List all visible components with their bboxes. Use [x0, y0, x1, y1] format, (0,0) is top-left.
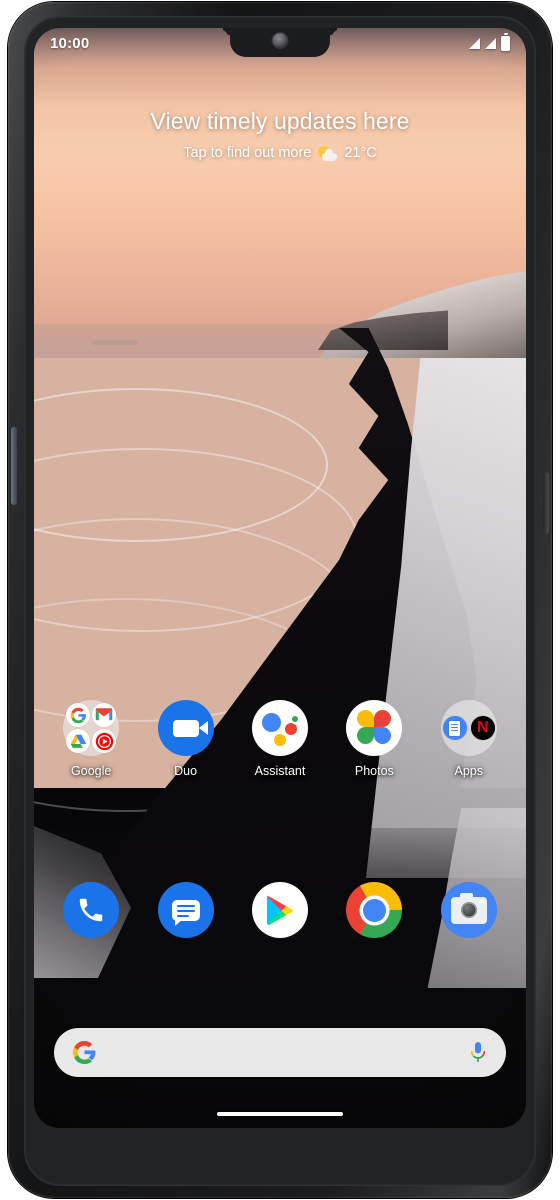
gesture-home-pill[interactable] — [217, 1112, 343, 1116]
app-assistant[interactable]: Assistant — [242, 700, 318, 778]
dock-item-camera[interactable] — [431, 882, 507, 938]
dock-item-phone[interactable] — [53, 882, 129, 938]
app-label-photos: Photos — [354, 764, 394, 778]
duo-icon[interactable] — [157, 700, 214, 756]
docs-app-icon — [442, 716, 467, 740]
status-bar-icons — [469, 35, 510, 51]
camera-icon[interactable] — [440, 882, 497, 938]
play-store-icon[interactable] — [251, 882, 308, 938]
google-search-bar[interactable] — [54, 1027, 506, 1078]
phone-device-frame: 10:00 View timely updates here Tap to fi… — [8, 2, 552, 1198]
google-g-icon — [66, 703, 91, 727]
app-label-apps: Apps — [454, 764, 484, 778]
dock-item-messages[interactable] — [148, 882, 224, 938]
home-screen-app-row: Google Duo Assistant Photos N Apps — [34, 700, 526, 778]
app-photos[interactable]: Photos — [336, 700, 412, 778]
app-duo[interactable]: Duo — [148, 700, 224, 778]
microphone-icon[interactable] — [468, 1040, 488, 1066]
glance-subtitle: Tap to find out more — [183, 145, 312, 161]
glance-subtitle-row: Tap to find out more 21°C — [34, 145, 526, 161]
phone-screen: 10:00 View timely updates here Tap to fi… — [34, 28, 526, 1128]
status-bar-clock: 10:00 — [50, 34, 90, 52]
google-g-icon — [72, 1040, 97, 1065]
signal-bars-1-icon — [469, 37, 480, 49]
display-notch — [230, 28, 330, 57]
youtube-music-icon — [92, 729, 117, 753]
volume-button[interactable] — [543, 472, 549, 534]
google-folder-icon[interactable] — [63, 700, 120, 756]
assistant-icon[interactable] — [251, 700, 308, 756]
signal-bars-2-icon — [485, 37, 496, 49]
app-label-google: Google — [71, 764, 112, 778]
app-label-assistant: Assistant — [254, 764, 306, 778]
dock-item-chrome[interactable] — [336, 882, 412, 938]
messages-icon[interactable] — [157, 882, 214, 938]
gmail-icon — [92, 703, 117, 727]
wallpaper-vignette — [34, 28, 526, 1128]
partly-cloudy-icon — [318, 145, 338, 161]
power-button[interactable] — [11, 427, 17, 505]
glance-temperature: 21°C — [344, 145, 377, 161]
app-folder-apps[interactable]: N Apps — [431, 700, 507, 778]
chrome-icon[interactable] — [346, 882, 403, 938]
home-screen-dock — [34, 882, 526, 938]
at-a-glance-widget[interactable]: View timely updates here Tap to find out… — [34, 108, 526, 161]
glance-title: View timely updates here — [150, 108, 410, 134]
battery-icon — [501, 35, 510, 51]
photos-icon[interactable] — [346, 700, 403, 756]
front-camera-icon — [272, 33, 288, 48]
apps-folder-icon[interactable]: N — [440, 700, 497, 756]
phone-icon[interactable] — [63, 882, 120, 938]
app-folder-google[interactable]: Google — [53, 700, 129, 778]
netflix-icon: N — [470, 716, 495, 740]
drive-icon — [66, 729, 91, 753]
search-input[interactable] — [97, 1027, 468, 1078]
dock-item-play-store[interactable] — [242, 882, 318, 938]
app-label-duo: Duo — [174, 764, 198, 778]
home-screen-wallpaper — [34, 28, 526, 1128]
